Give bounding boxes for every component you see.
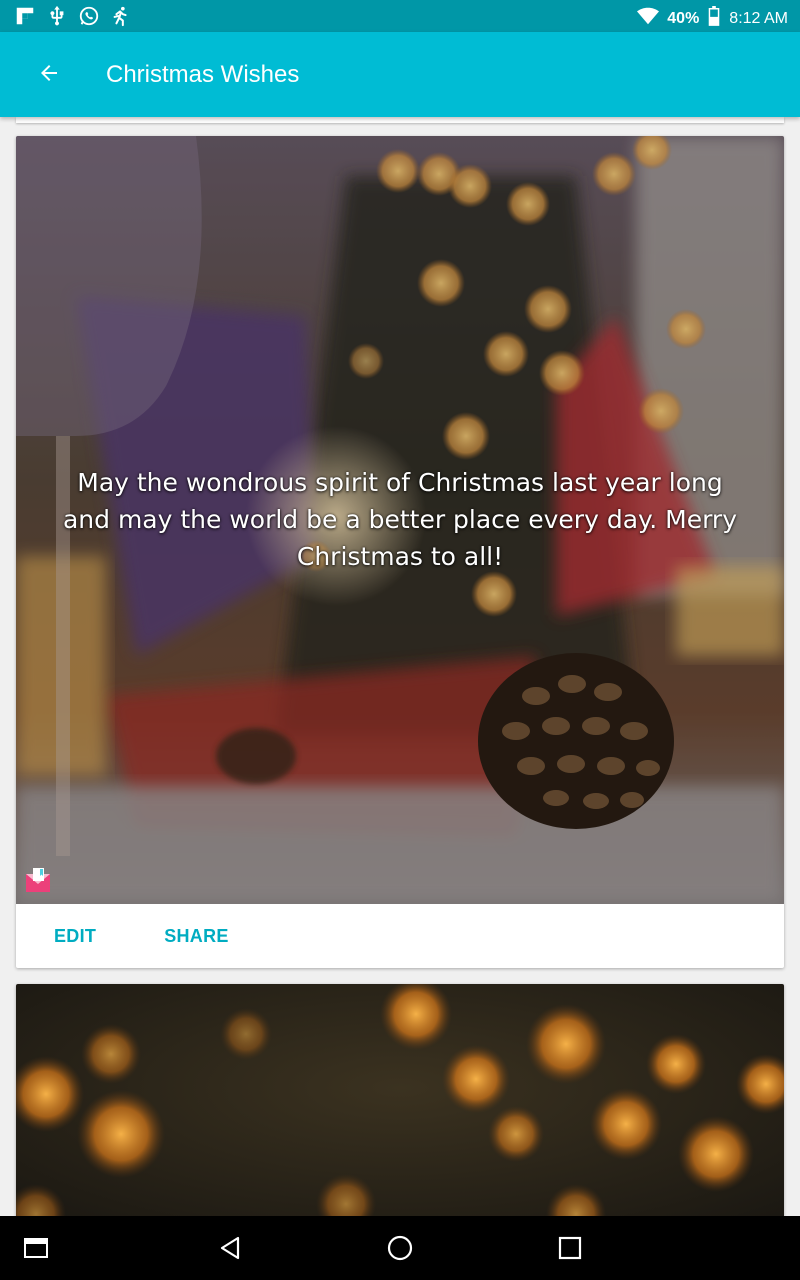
bokeh-lights-photo xyxy=(16,984,784,1216)
overview-square-icon[interactable] xyxy=(556,1234,584,1262)
back-triangle-icon[interactable] xyxy=(216,1234,244,1262)
usb-icon xyxy=(46,5,68,32)
card-actions: EDIT SHARE xyxy=(16,904,784,968)
previous-card-edge xyxy=(16,117,784,123)
running-icon xyxy=(110,5,132,32)
flipboard-icon xyxy=(14,5,36,32)
status-left-icons xyxy=(14,5,132,32)
envelope-badge-icon xyxy=(26,868,50,892)
whatsapp-icon xyxy=(78,5,100,32)
arrow-back-icon xyxy=(37,61,61,90)
wifi-icon xyxy=(637,6,660,31)
back-button[interactable] xyxy=(28,54,70,96)
clock: 8:12 AM xyxy=(729,9,788,27)
status-bar: 40% 8:12 AM xyxy=(0,0,800,32)
app-bar: Christmas Wishes xyxy=(0,32,800,117)
home-circle-icon[interactable] xyxy=(386,1234,414,1262)
wish-image[interactable]: May the wondrous spirit of Christmas las… xyxy=(16,136,784,904)
wish-quote-text: May the wondrous spirit of Christmas las… xyxy=(62,468,738,571)
wish-card xyxy=(16,984,784,1216)
wish-card: May the wondrous spirit of Christmas las… xyxy=(16,136,784,968)
recent-apps-icon[interactable] xyxy=(22,1234,50,1262)
wish-image[interactable] xyxy=(16,984,784,1216)
status-right: 40% 8:12 AM xyxy=(637,6,788,31)
page-title: Christmas Wishes xyxy=(106,61,300,88)
share-button[interactable]: SHARE xyxy=(148,918,245,955)
battery-icon xyxy=(707,6,721,31)
system-nav-bar xyxy=(0,1216,800,1280)
edit-button[interactable]: EDIT xyxy=(38,918,112,955)
battery-percent: 40% xyxy=(667,9,700,27)
wishes-list[interactable]: May the wondrous spirit of Christmas las… xyxy=(0,117,800,1216)
